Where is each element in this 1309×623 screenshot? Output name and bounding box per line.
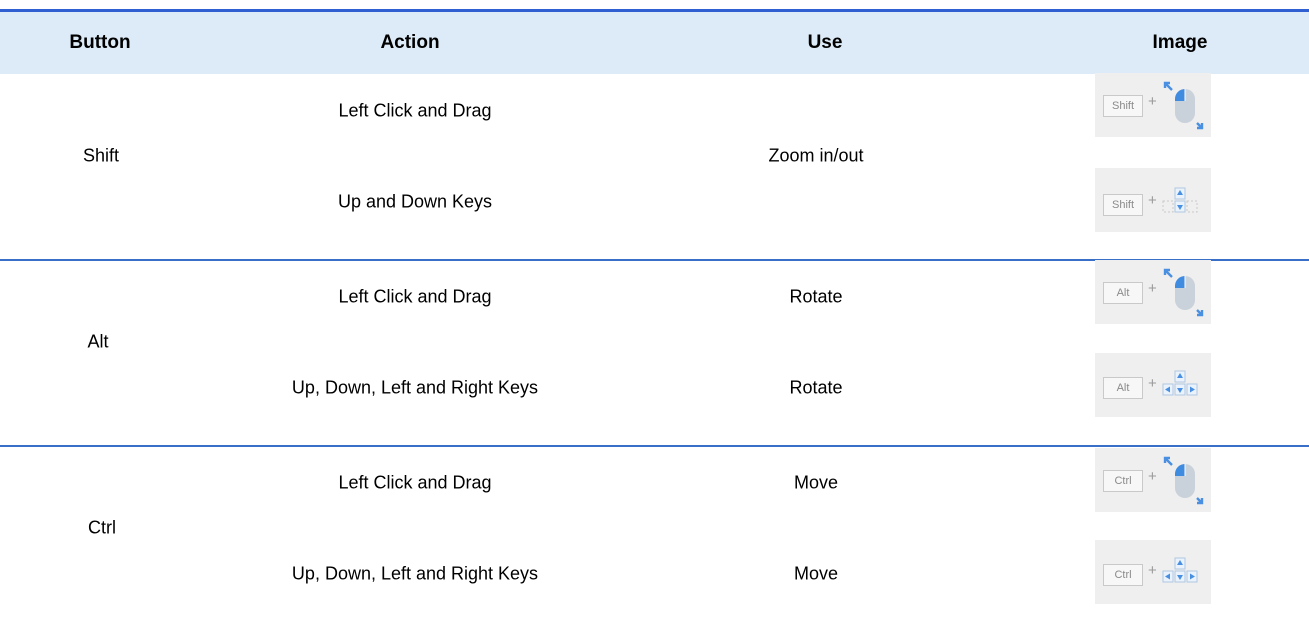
mouse-left-drag-icon (1163, 268, 1204, 317)
group-divider (0, 445, 1309, 447)
image-cell: Shift + (1095, 168, 1211, 232)
plus-sign: + (1148, 375, 1157, 392)
use-cell: Zoom in/out (768, 145, 864, 166)
button-cell-shift: Shift (82, 145, 120, 166)
arrow-keys-all-icon (1162, 370, 1198, 396)
table-header: Button Action Use Image (0, 12, 1309, 74)
use-cell: Move (793, 563, 839, 584)
header-button: Button (69, 32, 131, 53)
header-use: Use (807, 32, 843, 53)
image-cell: Shift + (1095, 73, 1211, 137)
shift-key-icon: Shift (1103, 95, 1143, 117)
action-cell: Up and Down Keys (337, 191, 493, 212)
action-cell: Left Click and Drag (338, 472, 492, 493)
image-cell: Alt + (1095, 260, 1211, 324)
use-cell: Rotate (789, 286, 843, 307)
plus-sign: + (1148, 468, 1157, 485)
plus-sign: + (1148, 562, 1157, 579)
ctrl-key-icon: Ctrl (1103, 564, 1143, 586)
action-cell: Left Click and Drag (338, 100, 492, 121)
alt-key-icon: Alt (1103, 282, 1143, 304)
button-cell-ctrl: Ctrl (88, 517, 116, 538)
use-cell: Rotate (789, 377, 843, 398)
image-cell: Ctrl + (1095, 540, 1211, 604)
plus-sign: + (1148, 280, 1157, 297)
mouse-left-drag-icon (1163, 81, 1204, 130)
image-cell: Ctrl + (1095, 448, 1211, 512)
header-image: Image (1152, 32, 1208, 53)
action-cell: Up, Down, Left and Right Keys (291, 563, 539, 584)
ctrl-key-icon: Ctrl (1103, 470, 1143, 492)
arrow-keys-all-icon (1162, 557, 1198, 583)
plus-sign: + (1148, 93, 1157, 110)
image-cell: Alt + (1095, 353, 1211, 417)
action-cell: Left Click and Drag (338, 286, 492, 307)
alt-key-icon: Alt (1103, 377, 1143, 399)
shift-key-icon: Shift (1103, 194, 1143, 216)
button-cell-alt: Alt (87, 331, 109, 352)
arrow-keys-updown-icon (1162, 187, 1198, 213)
use-cell: Move (793, 472, 839, 493)
header-action: Action (380, 32, 440, 53)
mouse-left-drag-icon (1163, 456, 1204, 505)
action-cell: Up, Down, Left and Right Keys (291, 377, 539, 398)
plus-sign: + (1148, 192, 1157, 209)
